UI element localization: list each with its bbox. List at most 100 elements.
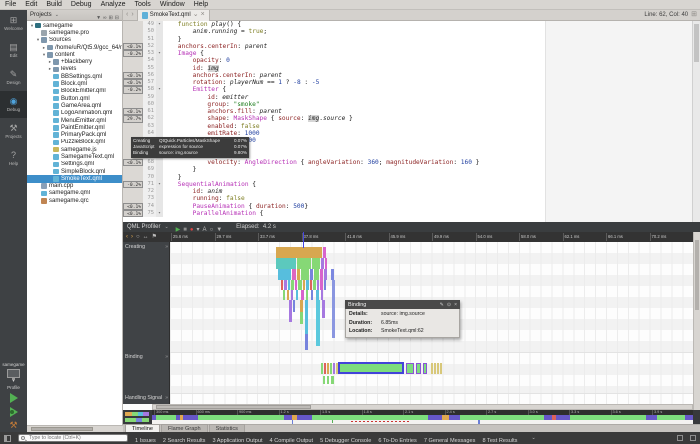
code-line[interactable]: <0.1%57rotation: playerNum == 1 ? -8 : -… — [123, 79, 700, 86]
event-bar[interactable] — [289, 300, 292, 322]
event-bar[interactable] — [297, 258, 311, 269]
close-icon[interactable]: × — [454, 302, 457, 308]
event-bar[interactable] — [320, 269, 323, 280]
code-line[interactable]: <0.1%75▾ParallelAnimation { — [123, 210, 700, 217]
flag-icon[interactable]: ⚑ — [152, 234, 157, 241]
code-line[interactable]: 50anim.running = true; — [123, 28, 700, 35]
event-bar[interactable] — [332, 280, 335, 338]
menu-file[interactable]: File — [5, 1, 16, 8]
event-bar[interactable] — [321, 363, 323, 374]
split-editor-icon[interactable]: ⊞ — [691, 11, 697, 19]
code-line[interactable]: <0.1%61anchors.fill: parent — [123, 108, 700, 115]
split-icon[interactable]: ⊞ — [109, 15, 113, 21]
code-line[interactable]: -0.2%53▾Image { — [123, 50, 700, 57]
projects-hscrollbar[interactable] — [27, 425, 123, 432]
event-bar[interactable] — [287, 290, 289, 300]
tree-item[interactable]: Block.qml — [27, 80, 122, 87]
code-line[interactable]: -0.2%58▾Emitter { — [123, 86, 700, 93]
tab-close-icon[interactable]: × — [201, 11, 205, 19]
event-bar[interactable] — [295, 280, 297, 290]
menu-edit[interactable]: Edit — [25, 1, 37, 8]
binding-row[interactable] — [170, 352, 693, 393]
tree-item[interactable]: MenuEmitter.qml — [27, 117, 122, 124]
tree-item[interactable]: BBSettings.qml — [27, 73, 122, 80]
panel-dropdown-icon[interactable]: ⌄ — [55, 12, 59, 18]
output-pane-8[interactable]: 8 Test Results — [482, 438, 517, 444]
output-pane-7[interactable]: 7 General Messages — [424, 438, 476, 444]
mode-help[interactable]: ?Help — [0, 145, 27, 172]
tree-item[interactable]: PaintEmitter.qml — [27, 124, 122, 131]
event-bar[interactable] — [437, 363, 439, 374]
event-bar[interactable] — [297, 269, 300, 280]
timeline-ruler[interactable]: ‹›○↔⚑ 25.6 ms29.7 ms33.7 ms37.8 ms41.8 m… — [123, 232, 700, 242]
event-bar[interactable] — [278, 269, 291, 280]
event-bar[interactable] — [276, 258, 296, 269]
fold-marker-icon[interactable]: ▾ — [156, 50, 163, 57]
tree-item[interactable]: samegame.qrc — [27, 197, 122, 204]
back-icon[interactable]: ‹ — [126, 11, 128, 19]
tab-dropdown-icon[interactable]: ⌄ — [193, 11, 199, 19]
tree-item[interactable]: PrimaryPack.qml — [27, 131, 122, 138]
tree-item[interactable]: samegame.qml — [27, 190, 122, 197]
output-pane-caret-icon[interactable]: ⌄ — [531, 435, 535, 441]
code-line[interactable]: 73running: false — [123, 195, 700, 202]
edit-icon[interactable]: ✎ — [440, 302, 444, 308]
mode-debug[interactable]: ◉Debug — [0, 91, 27, 118]
event-bar[interactable] — [431, 363, 433, 374]
filter-icon[interactable]: ▼ — [96, 15, 101, 21]
event-bar[interactable] — [323, 247, 326, 258]
event-bar[interactable] — [276, 247, 322, 258]
category-creating[interactable]: Creating» — [123, 242, 170, 251]
event-bar[interactable] — [305, 300, 308, 334]
event-bar[interactable] — [330, 363, 332, 374]
event-bar[interactable] — [303, 280, 305, 290]
tree-item[interactable]: samegame.pro — [27, 29, 122, 36]
event-bar[interactable] — [310, 269, 313, 280]
menu-build[interactable]: Build — [46, 1, 62, 8]
mode-welcome[interactable]: ⊞Welcome — [0, 10, 27, 37]
event-bar[interactable] — [292, 269, 296, 280]
code-line[interactable]: <0.1%68velocity: AngleDirection { angleV… — [123, 159, 700, 166]
event-bar[interactable] — [423, 363, 427, 374]
code-area[interactable]: 49▾function play() {50anim.running = tru… — [123, 21, 700, 222]
output-pane-6[interactable]: 6 To-Do Entries — [378, 438, 416, 444]
category-binding[interactable]: Binding» — [123, 352, 170, 361]
tree-item[interactable]: main.cpp — [27, 183, 122, 190]
event-bar[interactable] — [293, 300, 295, 312]
run-button[interactable] — [10, 393, 18, 403]
code-line[interactable]: 54opacity: 0 — [123, 57, 700, 64]
tree-item[interactable]: ▾content — [27, 51, 122, 58]
code-line[interactable]: 29.7%62shape: MaskShape { source: img.so… — [123, 115, 700, 122]
event-bar[interactable] — [324, 269, 327, 280]
code-line[interactable]: 59id: emitter — [123, 94, 700, 101]
handling-signal-row[interactable] — [170, 393, 693, 404]
build-button[interactable]: ⚒ — [9, 420, 17, 430]
event-bar[interactable] — [281, 280, 283, 290]
tree-item[interactable]: Settings.qml — [27, 161, 122, 168]
event-bar[interactable] — [327, 363, 329, 374]
mode-design[interactable]: ✎Design — [0, 64, 27, 91]
event-bar[interactable] — [291, 290, 293, 300]
next-event-icon[interactable]: › — [131, 234, 133, 241]
fold-marker-icon[interactable]: ▾ — [156, 86, 163, 93]
code-line[interactable]: <0.1%74PauseAnimation { duration: 500} — [123, 203, 700, 210]
code-line[interactable]: 69} — [123, 166, 700, 173]
code-line[interactable]: 55id: img — [123, 65, 700, 72]
event-bar[interactable] — [313, 280, 316, 290]
event-bar[interactable] — [306, 280, 309, 290]
event-bar[interactable] — [406, 363, 414, 374]
event-bar[interactable] — [284, 280, 287, 290]
event-bar[interactable] — [327, 376, 329, 384]
link-editor-icon[interactable]: ∞ — [103, 15, 107, 21]
tree-item[interactable]: ▸levels — [27, 66, 122, 73]
output-pane-3[interactable]: 3 Application Output — [212, 438, 262, 444]
tree-item[interactable]: samegame.js — [27, 146, 122, 153]
tree-item[interactable]: BlockEmitter.qml — [27, 88, 122, 95]
event-bar[interactable] — [323, 376, 325, 384]
event-bar[interactable] — [301, 290, 304, 300]
output-pane-4[interactable]: 4 Compile Output — [270, 438, 314, 444]
locator-input[interactable] — [27, 434, 123, 442]
event-bar[interactable] — [324, 363, 326, 374]
event-bar[interactable] — [298, 280, 302, 290]
editor-tab[interactable]: SmokeText.qml ⌄ × — [137, 10, 210, 21]
